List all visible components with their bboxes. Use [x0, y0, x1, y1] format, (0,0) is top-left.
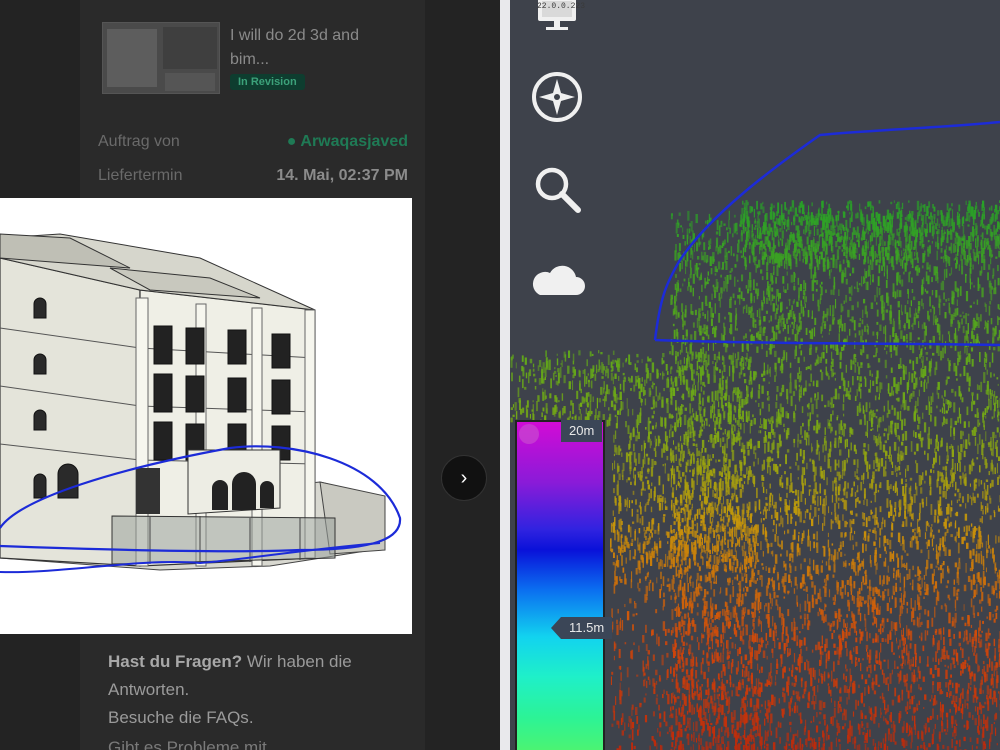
cloud-icon	[532, 265, 585, 295]
compass-icon	[532, 72, 582, 122]
colorbar-handle[interactable]	[519, 424, 539, 444]
help-section: Hast du Fragen? Wir haben die Antworten.…	[108, 648, 378, 732]
navigation-button[interactable]	[528, 68, 586, 126]
gig-thumbnail[interactable]	[102, 22, 220, 94]
search-icon	[535, 167, 581, 213]
delivery-row: Liefertermin 14. Mai, 02:37 PM	[98, 167, 408, 189]
faq-link[interactable]: FAQs	[206, 708, 249, 727]
chevron-right-icon: ›	[460, 466, 468, 489]
buyer-row: Auftrag von ● Arwaqasjaved	[98, 133, 408, 155]
status-badge: In Revision	[230, 74, 305, 90]
cloud-button[interactable]	[528, 252, 586, 310]
buyer-name: Arwaqasjaved	[300, 133, 408, 150]
pane-divider[interactable]	[500, 0, 510, 750]
buyer-label: Auftrag von	[98, 133, 180, 150]
help-question: Hast du Fragen?	[108, 652, 243, 671]
scale-max-label: 20m	[561, 420, 603, 442]
online-dot-icon: ●	[286, 133, 297, 150]
delivery-label: Liefertermin	[98, 167, 183, 184]
scale-mid-label[interactable]: 11.5m	[550, 617, 613, 639]
colorbar-gradient	[515, 420, 605, 750]
point-cloud-viewer[interactable]: 22.0.0.223 20m 11.5m	[510, 0, 1000, 750]
elevation-colorbar[interactable]: 20m 11.5m	[515, 420, 613, 750]
image-preview[interactable]	[0, 198, 412, 634]
screen: I will do 2d 3d and bim... In Revision A…	[0, 0, 1000, 750]
next-image-button[interactable]: ›	[441, 455, 487, 501]
delivery-date: 14. Mai, 02:37 PM	[276, 167, 408, 184]
help-visit-suffix: .	[248, 708, 254, 727]
buyer-name-link[interactable]: ● Arwaqasjaved	[287, 133, 408, 151]
help-more-text: Gibt es Probleme mit...	[108, 738, 281, 750]
gig-description[interactable]: I will do 2d 3d and bim...	[230, 24, 400, 72]
help-visit-prefix: Besuche die	[108, 708, 207, 727]
search-button[interactable]	[528, 160, 586, 218]
building-render	[0, 233, 402, 574]
order-page: I will do 2d 3d and bim... In Revision A…	[0, 0, 500, 750]
device-ip-label: 22.0.0.223	[537, 2, 586, 11]
